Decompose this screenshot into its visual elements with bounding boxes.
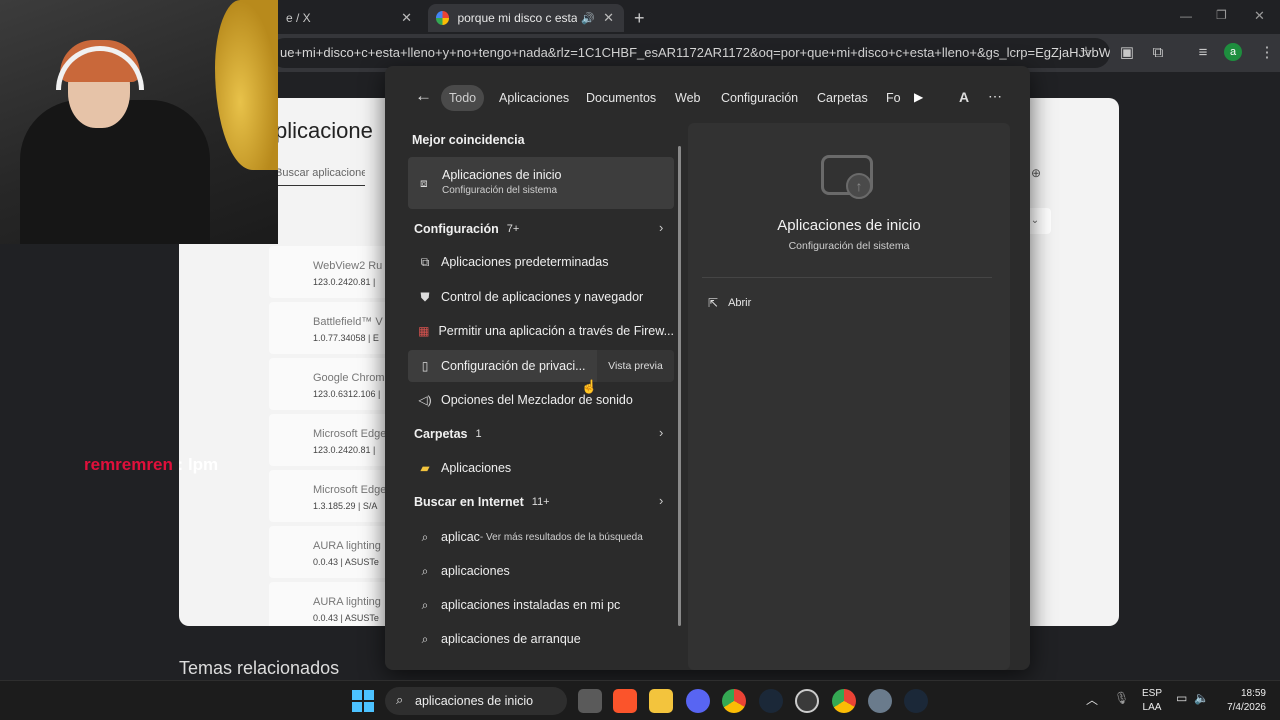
startup-apps-icon: ⧈ [420,176,428,190]
steam-icon[interactable] [759,689,783,713]
default-apps-icon: ⧉ [420,254,430,269]
task-view-icon[interactable] [578,689,602,713]
filter-todo[interactable]: Todo [441,85,485,111]
new-tab-icon[interactable]: + [634,8,645,29]
result-detail-pane: ↑ Aplicaciones de inicio Configuración d… [688,123,1010,670]
more-filters-play-icon[interactable]: ▶ [914,90,923,104]
file-explorer-icon[interactable] [649,689,673,713]
guitar-image [215,0,278,170]
speaker-icon: ◁) [418,393,432,407]
network-icon[interactable]: ▭ [1176,691,1187,705]
chat-text: lpm [187,455,219,474]
filter-configuracion[interactable]: Configuración [713,85,806,111]
restore-icon[interactable]: ❐ [1216,8,1227,22]
search-apps-input[interactable]: Buscar aplicaciones [275,160,365,186]
language-indicator[interactable]: ESP LAA [1142,687,1162,715]
result-item[interactable]: ◁) Opciones del Mezclador de sonido [408,384,674,416]
search-icon: ⌕ [421,597,429,612]
filter-documentos[interactable]: Documentos [578,85,664,111]
filter-carpetas[interactable]: Carpetas [809,85,876,111]
open-action[interactable]: ⇱ Abrir [708,293,751,313]
microphone-icon[interactable]: 🎙 [1114,691,1129,705]
obs-icon[interactable] [795,689,819,713]
web-result-item[interactable]: ⌕ aplicaciones [408,555,674,587]
taskbar-search-input[interactable]: aplicaciones de inicio [385,687,567,715]
chat-username: remremren [84,455,173,474]
webcam-overlay [0,0,278,244]
tab-title: e / X [286,11,311,25]
search-icon: ⌕ [421,631,429,646]
speaker-icon[interactable]: 🔊 [581,12,595,25]
section-buscar-internet[interactable]: Buscar en Internet 11+ [414,492,550,512]
settings-gear-icon[interactable] [868,689,892,713]
chevron-up-icon[interactable]: ︿ [1086,691,1098,708]
document-icon: ▯ [421,359,429,373]
web-result-item[interactable]: ⌕ aplicaciones de arranque [408,623,674,655]
result-item[interactable]: ▦ Permitir una aplicación a través de Fir… [408,315,674,347]
cursor-icon: ☝ [581,379,598,394]
scrollbar[interactable] [678,134,682,656]
scrollbar-thumb[interactable] [678,146,681,626]
start-button[interactable] [352,690,374,712]
firewall-icon: ▦ [418,324,430,338]
detail-title: Aplicaciones de inicio [777,217,921,234]
star-icon[interactable]: ☆ [1075,42,1097,64]
close-icon[interactable]: ✕ [603,10,614,26]
extensions-icon[interactable]: ⧉ [1147,42,1169,64]
menu-kebab-icon[interactable]: ⋮ [1256,42,1278,64]
page-heading: plicacione [275,118,373,143]
tab-title: porque mi disco c esta lleno [457,11,578,25]
filter-aplicaciones[interactable]: Aplicaciones [491,85,577,111]
profile-avatar[interactable]: a [1224,43,1242,61]
section-carpetas[interactable]: Carpetas 1 [414,424,482,444]
browser-tab-x[interactable]: e / X ✕ [272,4,422,32]
close-window-icon[interactable]: ✕ [1254,8,1265,24]
related-topics-heading: Temas relacionados [179,658,340,678]
discord-icon[interactable] [686,689,710,713]
preview-button[interactable]: Vista previa [597,350,674,382]
detail-subtitle: Configuración del sistema [788,240,910,252]
more-options-icon[interactable]: ⋯ [988,88,1002,105]
minimize-icon[interactable]: — [1180,9,1192,23]
startup-apps-large-icon: ↑ [821,155,873,199]
address-bar[interactable]: ue+mi+disco+c+esta+lleno+y+no+tengo+nada… [270,38,1110,68]
best-match-title: Mejor coincidencia [412,133,525,147]
filter-web[interactable]: Web [667,85,708,111]
folder-icon: ▰ [420,461,430,475]
windows-search-panel: ← Todo Aplicaciones Documentos Web Confi… [385,66,1030,670]
chevron-right-icon[interactable]: › [659,425,663,440]
result-item[interactable]: ▰ Aplicaciones [408,452,674,484]
media-control-icon[interactable]: ≡ [1192,42,1214,64]
search-icon: ⌕ [421,529,429,544]
open-external-icon: ⇱ [708,296,719,310]
browser-tab-active[interactable]: porque mi disco c esta lleno 🔊 ✕ [428,4,624,32]
chrome-profile-icon[interactable] [832,689,856,713]
web-result-item[interactable]: ⌕ aplicaciones instaladas en mi pc [408,589,674,621]
search-icon: ⌕ [396,692,404,707]
windows-taskbar: aplicaciones de inicio ⌕ ︿ 🎙 ESP LAA ▭ 🔈… [0,680,1280,720]
steam-icon[interactable] [904,689,928,713]
extension-x-icon[interactable]: ▣ [1116,42,1138,64]
best-match-item[interactable]: ⧈ Aplicaciones de inicio Configuración d… [408,157,674,209]
shield-icon: ⛊ [420,289,430,304]
clock[interactable]: 18:59 7/4/2026 [1216,687,1266,715]
globe-icon: ⊕ [1031,166,1042,180]
back-arrow-icon[interactable]: ← [415,86,432,106]
account-button[interactable]: A [959,89,969,105]
result-item[interactable]: ⧉ Aplicaciones predeterminadas [408,246,674,278]
web-result-item[interactable]: ⌕ aplicac - Ver más resultados de la búsq… [408,521,674,553]
result-item[interactable]: ⛊ Control de aplicaciones y navegador [408,281,674,313]
volume-icon[interactable]: 🔈 [1194,691,1209,705]
chrome-icon[interactable] [722,689,746,713]
filter-fotos[interactable]: Fo [878,85,909,111]
search-icon: ⌕ [421,563,429,578]
stream-chat-message: remremren : lpm [84,455,219,474]
divider [702,277,992,278]
google-favicon-icon [436,11,450,25]
brave-icon[interactable] [613,689,637,713]
close-icon[interactable]: ✕ [401,10,412,26]
chevron-right-icon[interactable]: › [659,220,663,235]
chevron-right-icon[interactable]: › [659,493,663,508]
section-configuracion[interactable]: Configuración 7+ [414,219,519,239]
